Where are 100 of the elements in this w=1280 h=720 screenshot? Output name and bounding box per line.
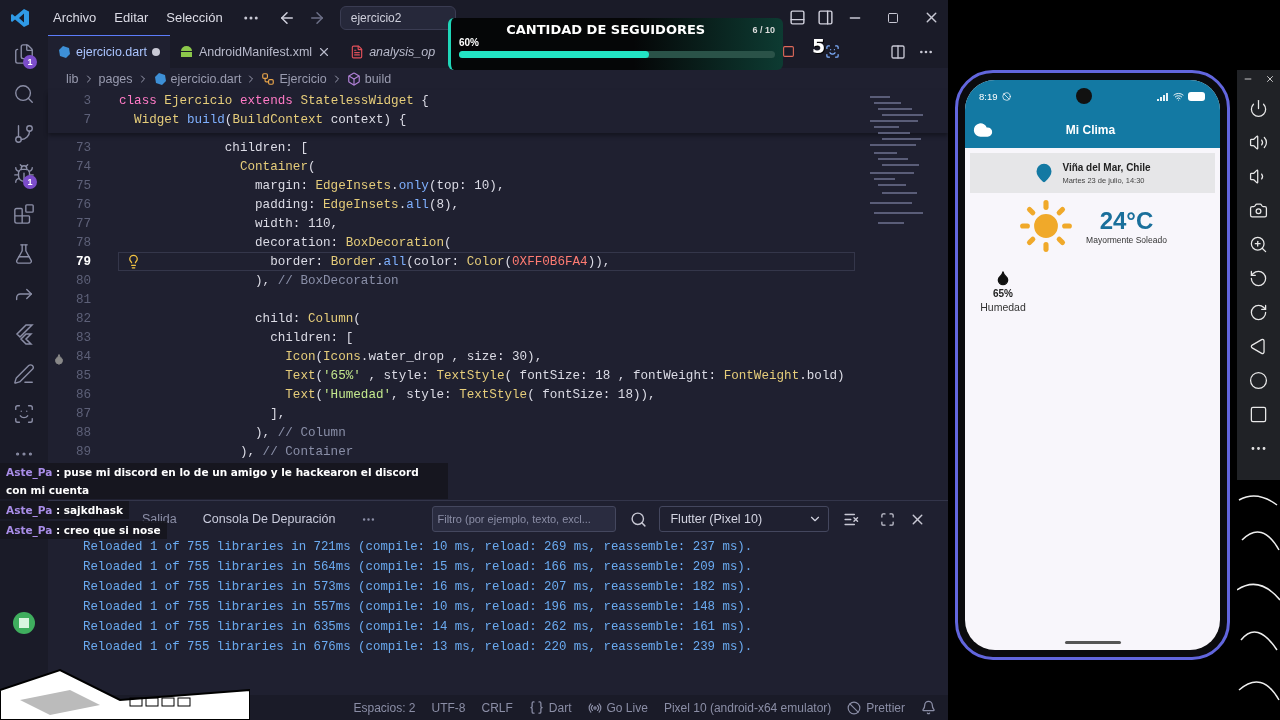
lightbulb-icon[interactable] (126, 254, 141, 269)
prettier-status[interactable]: Prettier (847, 700, 905, 715)
bug-icon[interactable] (13, 163, 35, 185)
wifi-icon (1173, 90, 1184, 102)
status-icon (1001, 91, 1011, 101)
search-icon[interactable] (630, 510, 648, 528)
zoom-in-icon[interactable] (1249, 235, 1268, 254)
maximize-icon[interactable] (880, 511, 896, 527)
code-line: children: [ (269, 330, 355, 347)
code-line: Container( (238, 159, 317, 176)
session-dropdown[interactable]: Flutter (Pixel 10) (659, 506, 830, 532)
status-item[interactable]: UTF-8 (431, 700, 466, 715)
search-icon[interactable] (13, 83, 35, 105)
status-item[interactable]: Espacios: 2 (353, 700, 416, 715)
console-line: Reloaded 1 of 755 libraries in 557ms (compile: 10 ms, reload: 196 ms, reassemble: 148 ms). (83, 599, 754, 616)
app-title: Mi Clima (1064, 123, 1117, 137)
humidity-label: Humedad (980, 301, 1026, 313)
console-line: Reloaded 1 of 755 libraries in 564ms (compile: 15 ms, reload: 166 ms, reassemble: 209 ms). (83, 559, 754, 576)
go-live-button[interactable]: Go Live (587, 700, 648, 715)
chat-message: Aste_Pa : puse mi discord en lo de un amigo y le hackearon el discord con mi cuenta (0, 463, 448, 499)
front-camera (1075, 88, 1092, 104)
goal-percent: 60% (459, 37, 480, 48)
flask-icon[interactable] (13, 243, 35, 265)
language-status[interactable]: Dart (528, 700, 572, 715)
sidebar-layout-icon[interactable] (817, 9, 834, 26)
overview-icon[interactable] (1249, 405, 1268, 424)
back-icon[interactable] (1249, 337, 1268, 356)
code-line: width: 110, (254, 216, 340, 233)
breadcrumb-item[interactable]: build (364, 72, 392, 86)
drop-icon (995, 270, 1011, 286)
dart-file-icon (57, 45, 71, 59)
code-line: class Ejercicio extends StatelessWidget { (118, 93, 430, 110)
line-number: 89 (75, 444, 91, 459)
filter-input[interactable]: Filtro (por ejemplo, texto, excl... (432, 506, 617, 532)
editor-tab[interactable]: analysis_op (341, 35, 436, 68)
drop-icon (53, 352, 65, 365)
files-icon[interactable] (13, 43, 35, 65)
rotate-right-icon[interactable] (1249, 303, 1268, 322)
line-number: 86 (75, 387, 91, 402)
condition-text: Mayormente Soleado (1086, 235, 1167, 245)
line-number: 74 (75, 159, 91, 174)
battery-icon (1188, 91, 1206, 101)
close-icon[interactable] (1264, 74, 1275, 84)
status-item[interactable]: CRLF (481, 700, 513, 715)
line-number: 73 (75, 140, 91, 155)
chat-message: Aste_Pa : creo que si nose (0, 521, 167, 539)
code-line: child: Column( (254, 311, 362, 328)
line-number: 79 (75, 254, 91, 269)
rotate-left-icon[interactable] (1249, 269, 1268, 288)
blocks-icon[interactable] (13, 203, 35, 225)
volume-up-icon[interactable] (1249, 133, 1268, 152)
scan-icon[interactable] (825, 44, 840, 59)
counter-number: 5 (812, 35, 826, 57)
code-line: padding: EdgeInsets.all(8), (254, 197, 461, 214)
notifications-icon[interactable] (921, 700, 936, 715)
panel-tab[interactable]: Consola De Depuración (202, 512, 336, 526)
command-search-field[interactable]: ejercicio2 (339, 5, 456, 30)
chat-message: Aste_Pa : sajkdhask (0, 501, 129, 519)
line-number: 88 (75, 425, 91, 440)
editor-tab[interactable]: AndroidManifest.xml (169, 35, 342, 68)
console-line: Reloaded 1 of 755 libraries in 721ms (compile: 10 ms, reload: 269 ms, reassemble: 237 ms). (83, 539, 754, 556)
breadcrumb-item[interactable]: lib (66, 72, 79, 86)
line-number: 83 (75, 330, 91, 345)
power-icon[interactable] (1249, 99, 1268, 118)
broadcast-icon (587, 700, 602, 715)
menu-item[interactable]: Selección (159, 7, 230, 28)
editor-tab[interactable]: ejercicio.dart (48, 35, 170, 68)
home-icon[interactable] (1249, 371, 1268, 390)
menu-item[interactable]: Archivo (46, 7, 104, 28)
code-line: ), // BoxDecoration (254, 273, 400, 290)
maximize-icon[interactable] (887, 11, 899, 24)
class-icon (261, 72, 276, 86)
count-badge: 1 (23, 55, 37, 69)
branch-icon[interactable] (13, 123, 35, 145)
breadcrumb-item[interactable]: pages (98, 72, 133, 86)
split-editor-icon[interactable] (890, 43, 906, 60)
code-line: Widget build(BuildContext context) { (133, 112, 408, 129)
account-icon[interactable] (12, 611, 36, 635)
code-line: Text('Humedad', style: TextStyle( fontSize: 18)), (284, 387, 657, 404)
count-badge: 1 (23, 175, 37, 189)
breadcrumb-item[interactable]: Ejercicio (279, 72, 327, 86)
menu-item[interactable]: Editar (107, 7, 156, 28)
console-line: Reloaded 1 of 755 libraries in 573ms (compile: 16 ms, reload: 207 ms, reassemble: 182 ms). (83, 579, 754, 596)
camera-icon[interactable] (1249, 201, 1268, 220)
status-item[interactable]: Pixel 10 (android-x64 emulator) (663, 700, 832, 715)
flutter-logo-icon[interactable] (14, 323, 34, 345)
stop-icon[interactable] (782, 45, 795, 58)
console-line: Reloaded 1 of 755 libraries in 635ms (compile: 14 ms, reload: 262 ms, reassemble: 161 ms). (83, 619, 754, 636)
scan-face-icon[interactable] (13, 403, 35, 425)
code-line: ), // Container (238, 444, 355, 461)
file-icon (350, 45, 365, 59)
cloud-icon (973, 120, 993, 140)
line-number: 3 (83, 93, 91, 108)
panel-layout-icon[interactable] (789, 9, 806, 26)
code-line: Text('65%' , style: TextStyle( fontSize: 18 , fontWeight: FontWeight.bold) (284, 368, 846, 385)
pen-icon[interactable] (13, 363, 35, 385)
code-line: ), // Column (254, 425, 347, 442)
breadcrumb-item[interactable]: ejercicio.dart (170, 72, 242, 86)
humidity-value: 65% (993, 288, 1013, 299)
code-line: ], (269, 406, 287, 423)
